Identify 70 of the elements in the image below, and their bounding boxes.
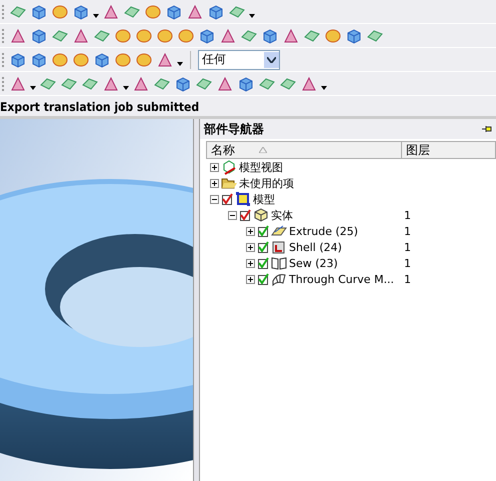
- expander-icon[interactable]: [246, 242, 255, 252]
- dropdown-arrow-icon[interactable]: [30, 86, 36, 90]
- wedge-icon[interactable]: [219, 26, 237, 44]
- box-icon: [271, 239, 287, 255]
- toolbar-grip[interactable]: [2, 4, 6, 18]
- checkbox[interactable]: [257, 241, 269, 253]
- disk-icon[interactable]: [135, 50, 153, 68]
- tree-item[interactable]: Through Curve M...: [289, 272, 394, 286]
- wedge-icon[interactable]: [186, 2, 204, 20]
- layer-cell: 1: [404, 240, 411, 254]
- expander-icon[interactable]: [246, 258, 255, 268]
- checkbox[interactable]: [257, 225, 269, 237]
- dropdown-arrow-icon[interactable]: [177, 62, 183, 66]
- wedge-icon[interactable]: [282, 26, 300, 44]
- wedge-icon[interactable]: [156, 50, 174, 68]
- status-message: Export translation job submitted: [0, 100, 200, 114]
- wedge-icon[interactable]: [216, 74, 234, 92]
- layer-cell: 1: [404, 272, 411, 286]
- dropdown-arrow-icon[interactable]: [123, 86, 129, 90]
- disk-icon[interactable]: [114, 50, 132, 68]
- wedge-icon[interactable]: [102, 2, 120, 20]
- dropdown-arrow-icon[interactable]: [93, 14, 99, 18]
- wedge-icon[interactable]: [72, 26, 90, 44]
- toolbar-grip[interactable]: [2, 28, 6, 42]
- book-icon: [271, 255, 287, 271]
- disk-icon[interactable]: [135, 26, 153, 44]
- expander-icon[interactable]: [210, 162, 219, 172]
- toolbar-grip[interactable]: [2, 76, 6, 90]
- pin-icon[interactable]: [482, 125, 492, 133]
- disk-icon[interactable]: [51, 2, 69, 20]
- tree-item[interactable]: Sew (23): [289, 256, 338, 270]
- checkbox[interactable]: [221, 193, 233, 205]
- wedge-icon[interactable]: [9, 26, 27, 44]
- disk-icon[interactable]: [324, 26, 342, 44]
- wedge-icon[interactable]: [102, 74, 120, 92]
- checkbox[interactable]: [257, 273, 269, 285]
- expander-icon[interactable]: [210, 194, 219, 204]
- sort-arrow-icon: [259, 147, 267, 153]
- tree-item[interactable]: 模型: [253, 192, 275, 206]
- mesh-icon: [271, 271, 287, 287]
- disk-icon[interactable]: [144, 2, 162, 20]
- tree-item[interactable]: Extrude (25): [289, 224, 358, 238]
- column-header[interactable]: 图层: [402, 142, 430, 158]
- toolbar-grip[interactable]: [2, 52, 6, 66]
- tree-item[interactable]: 模型视图: [239, 160, 283, 174]
- column-header[interactable]: 名称: [207, 142, 402, 158]
- panel-title: 部件导航器: [204, 120, 264, 138]
- disk-icon[interactable]: [156, 26, 174, 44]
- disk-icon[interactable]: [51, 50, 69, 68]
- dropdown-arrow-icon[interactable]: [321, 86, 327, 90]
- layer-cell: 1: [404, 208, 411, 222]
- tree-item[interactable]: Shell (24): [289, 240, 342, 254]
- disk-icon[interactable]: [72, 50, 90, 68]
- selection-filter-dropdown[interactable]: 任何: [198, 50, 280, 70]
- tree-item[interactable]: 实体: [271, 208, 293, 222]
- checkbox[interactable]: [239, 209, 251, 221]
- expander-icon[interactable]: [246, 274, 255, 284]
- wedge-icon[interactable]: [300, 74, 318, 92]
- layer-cell: 1: [404, 224, 411, 238]
- expander-icon[interactable]: [246, 226, 255, 236]
- wedge-icon[interactable]: [9, 74, 27, 92]
- tree-item[interactable]: 未使用的项: [239, 176, 294, 190]
- wedge-icon[interactable]: [132, 74, 150, 92]
- checkbox[interactable]: [257, 257, 269, 269]
- layer-cell: 1: [404, 256, 411, 270]
- expander-icon[interactable]: [228, 210, 237, 220]
- dropdown-arrow-icon[interactable]: [249, 14, 255, 18]
- disk-icon[interactable]: [114, 26, 132, 44]
- expander-icon[interactable]: [210, 178, 219, 188]
- disk-icon[interactable]: [177, 26, 195, 44]
